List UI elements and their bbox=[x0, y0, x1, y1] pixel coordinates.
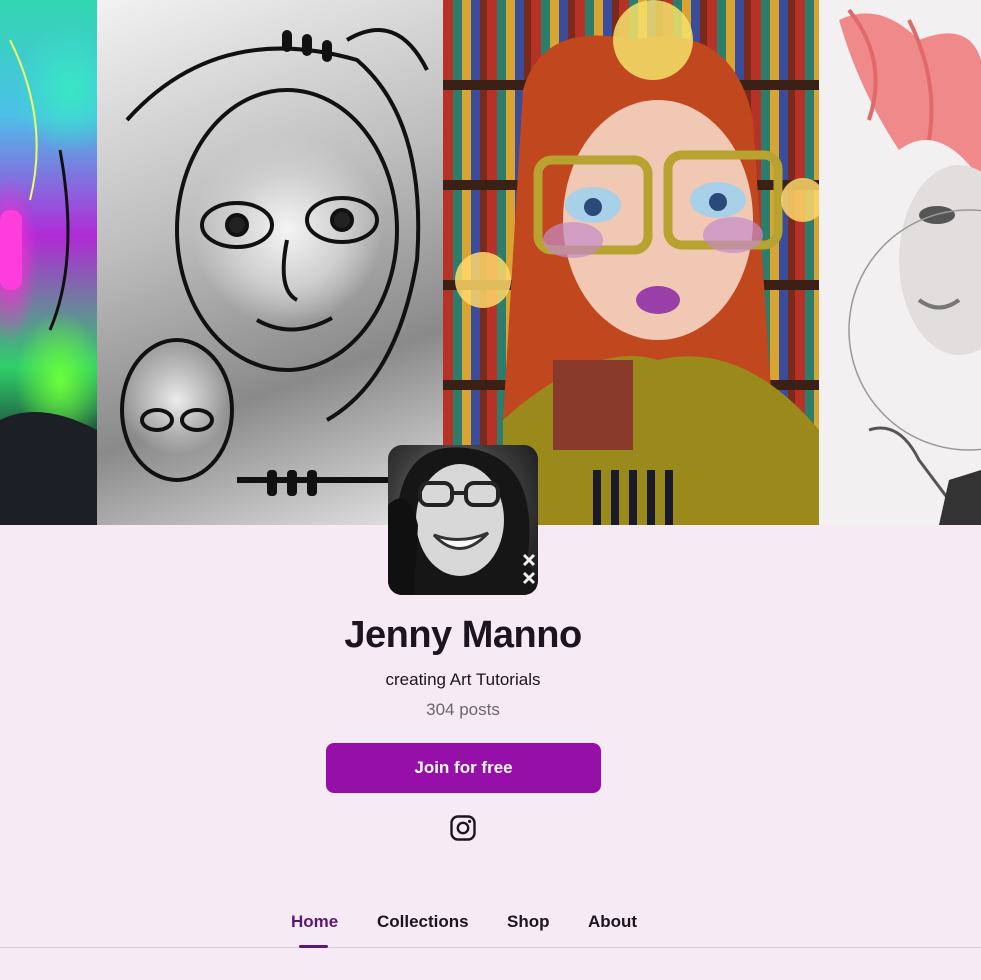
creator-tagline: creating Art Tutorials bbox=[385, 670, 541, 689]
profile-tabs: Home Collections Shop About bbox=[0, 900, 981, 948]
tab-shop[interactable]: Shop bbox=[507, 912, 550, 932]
tab-collections[interactable]: Collections bbox=[377, 912, 469, 932]
avatar bbox=[388, 445, 538, 595]
instagram-link[interactable] bbox=[449, 814, 477, 842]
instagram-icon bbox=[450, 815, 476, 841]
banner-artwork-abstract bbox=[0, 0, 97, 525]
tab-home[interactable]: Home bbox=[291, 912, 338, 932]
creator-name: Jenny Manno bbox=[344, 614, 582, 656]
join-for-free-button[interactable]: Join for free bbox=[326, 743, 601, 793]
post-count: 304 posts bbox=[426, 700, 500, 719]
tab-about[interactable]: About bbox=[588, 912, 637, 932]
creator-page: Jenny Manno creating Art Tutorials 304 p… bbox=[0, 0, 981, 980]
banner-artwork-portrait bbox=[819, 0, 981, 525]
active-tab-indicator bbox=[299, 945, 328, 948]
